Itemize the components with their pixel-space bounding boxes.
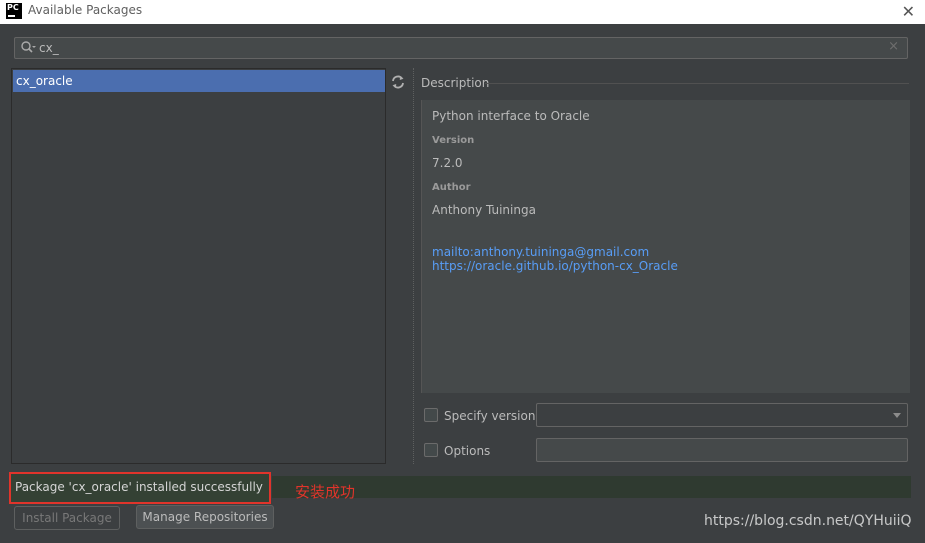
- package-list[interactable]: cx_oracle: [11, 68, 386, 464]
- package-summary: Python interface to Oracle: [432, 109, 590, 123]
- refresh-icon[interactable]: [390, 74, 406, 90]
- author-value: Anthony Tuininga: [432, 203, 536, 217]
- description-label: Description: [421, 76, 490, 90]
- options-label: Options: [444, 444, 491, 458]
- search-icon: [21, 41, 36, 53]
- install-package-button[interactable]: Install Package: [14, 506, 120, 530]
- clear-search-icon[interactable]: ×: [888, 39, 899, 54]
- close-button[interactable]: ✕: [902, 2, 915, 21]
- chevron-down-icon: [893, 413, 901, 418]
- options-checkbox[interactable]: [424, 443, 438, 457]
- status-highlight: Package 'cx_oracle' installed successful…: [9, 472, 271, 504]
- pycharm-logo-icon: PC: [6, 3, 22, 19]
- email-link[interactable]: mailto:anthony.tuininga@gmail.com: [432, 245, 649, 259]
- status-bar: [272, 476, 911, 498]
- annotation-label: 安装成功: [295, 483, 356, 501]
- homepage-link[interactable]: https://oracle.github.io/python-cx_Oracl…: [432, 259, 678, 273]
- options-input[interactable]: [536, 438, 908, 462]
- search-field[interactable]: ×: [14, 37, 908, 59]
- specify-version-label: Specify version: [444, 409, 536, 423]
- search-input[interactable]: [39, 40, 879, 56]
- watermark: https://blog.csdn.net/QYHuiiQ: [704, 513, 912, 529]
- list-toolbar: [386, 68, 410, 464]
- version-heading: Version: [432, 135, 475, 146]
- specify-version-checkbox[interactable]: [424, 408, 438, 422]
- splitter[interactable]: [413, 68, 415, 464]
- version-dropdown[interactable]: [536, 403, 908, 427]
- manage-repositories-button[interactable]: Manage Repositories: [136, 505, 274, 529]
- package-item-cx-oracle[interactable]: cx_oracle: [13, 70, 385, 92]
- window-title: Available Packages: [28, 3, 143, 17]
- author-heading: Author: [432, 182, 471, 193]
- version-value: 7.2.0: [432, 156, 463, 170]
- status-message: Package 'cx_oracle' installed successful…: [15, 480, 263, 494]
- title-bar: PC Available Packages ✕: [0, 0, 925, 24]
- description-panel: Python interface to Oracle Version 7.2.0…: [421, 100, 910, 393]
- description-separator: [485, 83, 909, 84]
